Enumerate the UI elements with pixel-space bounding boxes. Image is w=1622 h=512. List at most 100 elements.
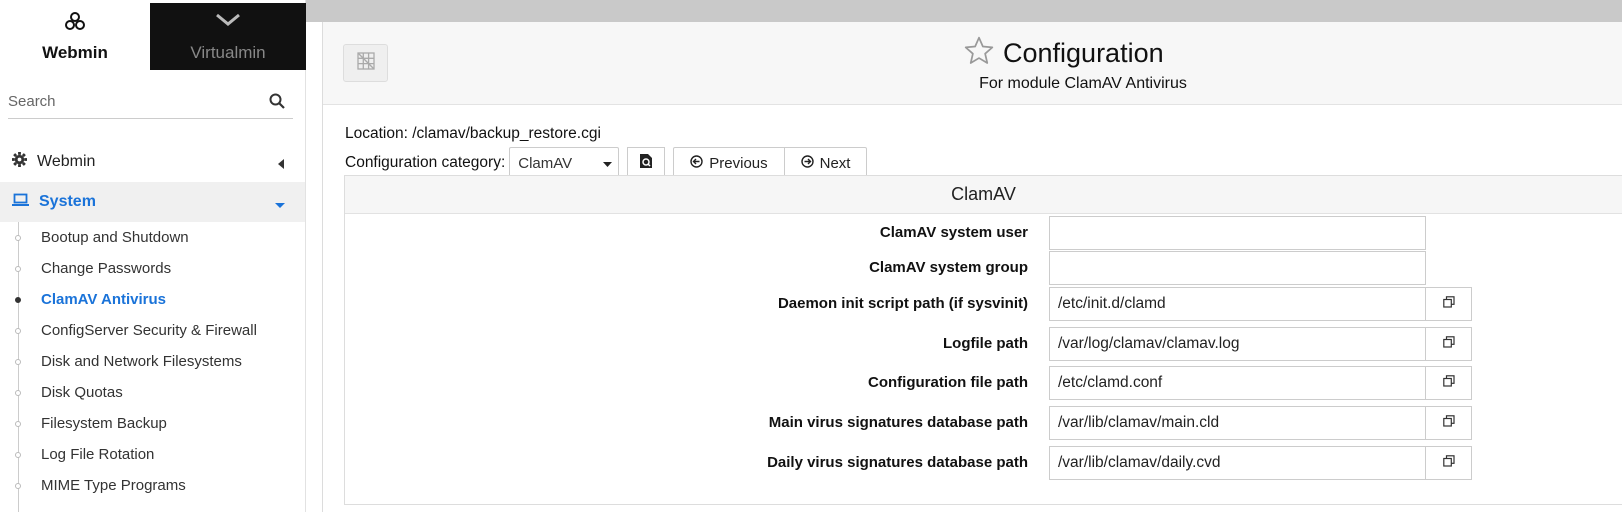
- title-wrap: Configuration: [963, 35, 1164, 72]
- webmin-logo-icon: [0, 11, 150, 33]
- top-bar: [306, 0, 1622, 22]
- tree-dot: [15, 328, 21, 334]
- next-button[interactable]: Next: [783, 147, 867, 179]
- sidebar-section-system-label: System: [39, 193, 96, 210]
- field-row-system-user: ClamAV system user: [345, 216, 1622, 251]
- tree-dot: [15, 359, 21, 365]
- logfile-input[interactable]: /var/log/clamav/clamav.log: [1049, 327, 1426, 361]
- sidebar-section-system[interactable]: System: [0, 182, 305, 222]
- file-search-icon: [639, 153, 653, 174]
- main-db-input[interactable]: /var/lib/clamav/main.cld: [1049, 406, 1426, 440]
- switch-webmin-label: Webmin: [42, 43, 108, 62]
- file-chooser-button[interactable]: [1425, 366, 1472, 400]
- system-group-input[interactable]: [1049, 251, 1426, 285]
- tree-dot: [15, 235, 21, 241]
- previous-button[interactable]: Previous: [674, 148, 783, 179]
- module-index-button[interactable]: [343, 44, 388, 82]
- search-input[interactable]: [8, 87, 248, 115]
- field-row-init-script: Daemon init script path (if sysvinit) /e…: [345, 287, 1622, 322]
- field-label: Logfile path: [943, 335, 1028, 352]
- arrow-right-circle-icon: [800, 154, 814, 172]
- config-panel: ClamAV ClamAV system user ClamAV system …: [344, 175, 1622, 505]
- laptop-icon: [12, 193, 29, 212]
- sidebar-item-log-rotation[interactable]: Log File Rotation: [0, 439, 305, 470]
- field-row-system-group: ClamAV system group: [345, 251, 1622, 286]
- sidebar-system-items: Bootup and Shutdown Change Passwords Cla…: [0, 222, 305, 512]
- star-icon[interactable]: [963, 35, 995, 72]
- copy-icon: [1442, 335, 1455, 353]
- sidebar: Webmin Virtualmin Webmin System: [0, 0, 306, 512]
- tree-dot: [15, 266, 21, 272]
- system-user-input[interactable]: [1049, 216, 1426, 250]
- previous-label: Previous: [709, 154, 768, 172]
- file-chooser-button[interactable]: [1425, 406, 1472, 440]
- category-label: Configuration category:: [345, 154, 506, 171]
- caret-down-icon: [603, 155, 613, 172]
- sidebar-item-label: MIME Type Programs: [41, 477, 186, 494]
- field-label: Daily virus signatures database path: [767, 454, 1028, 471]
- main-content: Configuration For module ClamAV Antiviru…: [322, 22, 1622, 512]
- caret-down-icon: [275, 196, 285, 214]
- sidebar-item-clamav[interactable]: ClamAV Antivirus: [0, 284, 305, 315]
- arrow-left-circle-icon: [690, 154, 703, 172]
- page-title: Configuration: [1003, 38, 1164, 68]
- copy-icon: [1442, 454, 1455, 472]
- file-chooser-button[interactable]: [1425, 446, 1472, 480]
- product-switch: Webmin Virtualmin: [0, 3, 306, 70]
- field-label: ClamAV system group: [869, 259, 1028, 276]
- caret-left-icon: [277, 156, 285, 174]
- copy-icon: [1442, 295, 1455, 313]
- tree-dot: [15, 297, 21, 303]
- sidebar-item-bootup[interactable]: Bootup and Shutdown: [0, 222, 305, 253]
- field-label: ClamAV system user: [879, 224, 1028, 241]
- file-chooser-button[interactable]: [1425, 327, 1472, 361]
- sidebar-item-label: Filesystem Backup: [41, 415, 167, 432]
- next-label: Next: [819, 154, 851, 172]
- panel-title: ClamAV: [345, 176, 1622, 214]
- sidebar-item-fs-backup[interactable]: Filesystem Backup: [0, 408, 305, 439]
- field-row-daily-db: Daily virus signatures database path /va…: [345, 446, 1622, 481]
- search-icon[interactable]: [269, 93, 285, 114]
- field-row-logfile: Logfile path /var/log/clamav/clamav.log: [345, 327, 1622, 362]
- field-row-config-file: Configuration file path /etc/clamd.conf: [345, 366, 1622, 401]
- sidebar-item-change-passwords[interactable]: Change Passwords: [0, 253, 305, 284]
- sidebar-item-label: Disk and Network Filesystems: [41, 353, 242, 370]
- switch-webmin[interactable]: Webmin: [0, 3, 150, 70]
- location-text: Location: /clamav/backup_restore.cgi: [345, 125, 601, 142]
- sidebar-item-csf[interactable]: ConfigServer Security & Firewall: [0, 315, 305, 346]
- tree-dot: [15, 483, 21, 489]
- copy-icon: [1442, 374, 1455, 392]
- sidebar-item-disk-network-fs[interactable]: Disk and Network Filesystems: [0, 346, 305, 377]
- sidebar-item-label: ClamAV Antivirus: [41, 291, 167, 308]
- field-label: Daemon init script path (if sysvinit): [777, 295, 1028, 312]
- grid-icon: [356, 51, 375, 75]
- sidebar-item-label: Change Passwords: [41, 260, 172, 277]
- field-label: Main virus signatures database path: [768, 414, 1028, 431]
- search-box: [8, 87, 293, 119]
- chevron-down-icon: [150, 11, 306, 33]
- category-select-value: ClamAV: [518, 154, 573, 172]
- copy-icon: [1442, 414, 1455, 432]
- file-chooser-button[interactable]: [1425, 287, 1472, 321]
- init-script-input[interactable]: /etc/init.d/clamd: [1049, 287, 1426, 321]
- field-label: Configuration file path: [868, 374, 1028, 391]
- switch-virtualmin[interactable]: Virtualmin: [150, 3, 306, 70]
- sidebar-item-label: ConfigServer Security & Firewall: [41, 322, 257, 339]
- sidebar-item-label: Log File Rotation: [41, 446, 155, 463]
- sidebar-section-webmin-label: Webmin: [37, 153, 96, 170]
- field-row-main-db: Main virus signatures database path /var…: [345, 406, 1622, 441]
- sidebar-item-label: Bootup and Shutdown: [41, 229, 189, 246]
- gear-icon: [12, 152, 27, 172]
- daily-db-input[interactable]: /var/lib/clamav/daily.cvd: [1049, 446, 1426, 480]
- sidebar-item-mime-programs[interactable]: MIME Type Programs: [0, 470, 305, 501]
- page-subtitle: For module ClamAV Antivirus: [979, 75, 1187, 92]
- sidebar-item-disk-quotas[interactable]: Disk Quotas: [0, 377, 305, 408]
- tree-dot: [15, 452, 21, 458]
- config-file-input[interactable]: /etc/clamd.conf: [1049, 366, 1426, 400]
- switch-virtualmin-label: Virtualmin: [190, 43, 266, 62]
- sidebar-item-label: Disk Quotas: [41, 384, 123, 401]
- tree-dot: [15, 390, 21, 396]
- page-header: Configuration For module ClamAV Antiviru…: [323, 22, 1622, 105]
- tree-dot: [15, 421, 21, 427]
- sidebar-section-webmin[interactable]: Webmin: [0, 142, 305, 182]
